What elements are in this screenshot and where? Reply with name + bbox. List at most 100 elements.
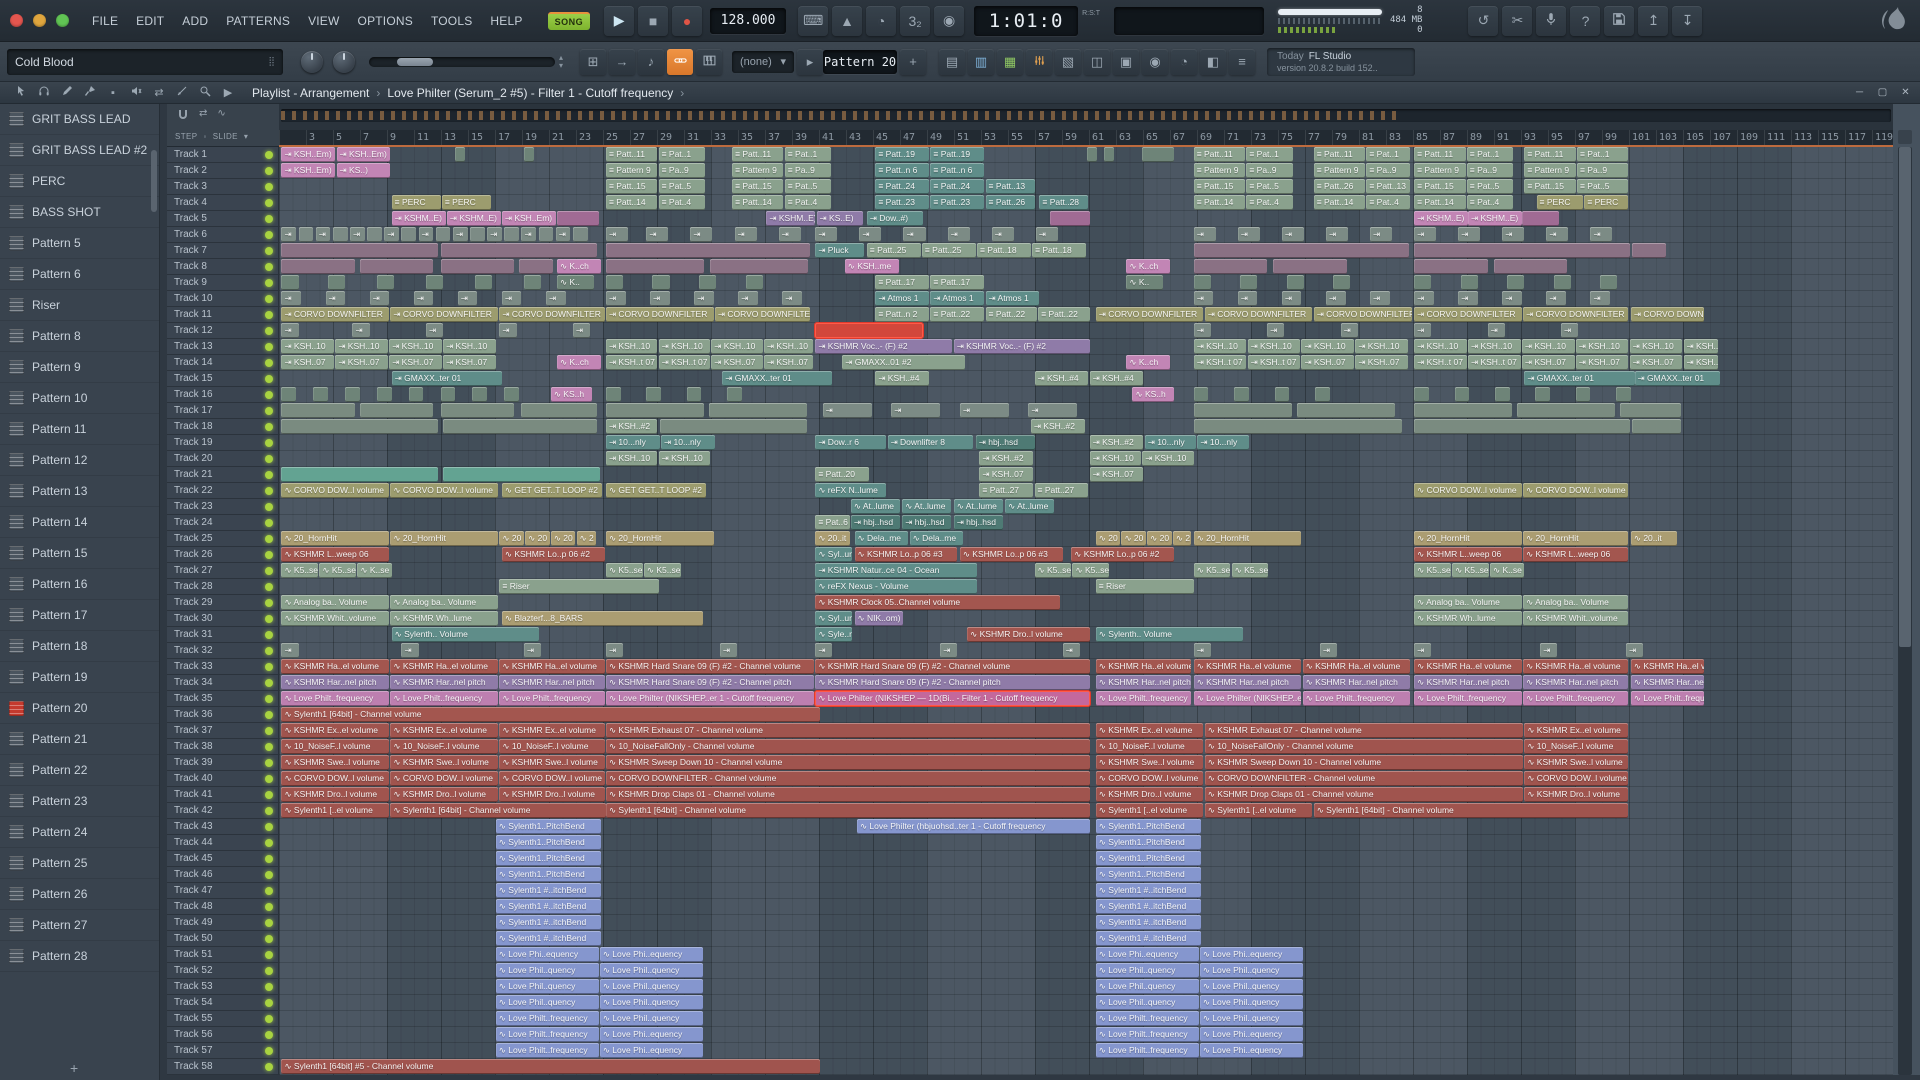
playlist-clip[interactable]: ⇥ [1590,291,1611,306]
playlist-clip[interactable]: ⇥ KSH..#4 [1089,371,1144,386]
playlist-clip[interactable]: ≡ Pat..5 [658,179,706,194]
playlist-clip[interactable]: ⇥ Downlifter 8 [887,435,974,450]
playlist-clip[interactable]: ∿ K..ch [1126,355,1171,370]
playlist-clip[interactable]: ⇥ KSH..10 [658,339,711,354]
panel-resize-handle[interactable] [160,104,167,1080]
playlist-clip[interactable]: ≡ Patt..19 [875,147,930,162]
playlist-clip[interactable] [313,387,328,402]
playlist-clip[interactable]: ∿ Love Philt..frequency [1630,691,1705,706]
playlist-clip[interactable]: ∿ 10_NoiseFallOnly - Channel volume [605,739,1090,754]
playlist-clip[interactable]: ∿ KSHMR Drop Claps 01 - Channel volume [605,787,1090,802]
playlist-clip[interactable]: ⇥ [1325,227,1348,242]
metronome-button[interactable]: ▲ [832,5,863,36]
pattern-list-item[interactable]: Pattern 8 [0,321,159,352]
playlist-clip[interactable] [1460,275,1478,290]
playlist-clip[interactable]: ⇥ KSH..10 [1683,339,1718,354]
playlist-clip[interactable]: ⇥ [1281,291,1302,306]
playlist-clip[interactable]: ≡ Patt..22 [930,307,985,322]
playlist-clip[interactable] [1193,275,1211,290]
playlist-clip[interactable]: ∿ 20 [1095,531,1121,546]
playlist-clip[interactable]: ⇥ KSH..t 07 [1467,355,1521,370]
playlist-clip[interactable]: ⇥ [778,227,801,242]
playlist-clip[interactable]: ≡ Patt..15 [605,179,658,194]
track-lane[interactable]: ⇥ KSH..10 ⇥ KSH..10 ⇥ KSH..10 ⇥ KSH..10 ⇥ KS… [279,339,1893,355]
track-mute-led[interactable] [265,1062,273,1071]
track-lane[interactable]: ⇥ ⇥ ⇥ ⇥ ⇥ ⇥ ⇥ ⇥ ⇥ ⇥ ⇥ ⇥ ⇥ ⇥ ⇥ ⇥ ⇥ ⇥ ⇥ ⇥ ⇥ ⇥ ⇥ ⇥ ⇥ ⇥ ⇥ ⇥ ⇥ ⇥ [279,227,1893,243]
playlist-clip[interactable]: ∿ KSHMR Whit..volume [281,611,390,626]
playlist-clip[interactable] [605,403,704,418]
pattern-list-item[interactable]: GRIT BASS LEAD [0,104,159,135]
track-lane[interactable]: ⇥ ⇥ ⇥ ⇥ ⇥ ⇥ ⇥ ⇥ ⇥ ⇥ ⇥ [279,322,1893,339]
track-mute-led[interactable] [265,150,273,159]
playlist-clip[interactable]: ∿ Sylenth1 #..itchBend [495,931,602,946]
playlist-clip[interactable] [281,243,439,258]
playlist-clip[interactable]: ∿ Love Philt..frequency [1523,691,1629,706]
track-header[interactable]: Track 47 [167,883,279,899]
playlist-clip[interactable]: ≡ Patt..22 [985,307,1037,322]
playlist-clip[interactable]: ⇥ [501,291,522,306]
playlist-clip[interactable] [1414,275,1432,290]
playlist-clip[interactable]: ≡ Patt..24 [930,179,985,194]
playlist-clip[interactable] [605,387,621,402]
playlist-clip[interactable]: ⇥ [325,291,346,306]
playlist-clip[interactable]: ∿ Sylenth1 #..itchBend [495,883,602,898]
playlist-clip[interactable]: ∿ KSHMR Lo..p 06 #2 [1071,547,1175,562]
playlist-clip[interactable] [605,275,624,290]
playlist-clip[interactable]: ⇥ [1625,643,1644,658]
playlist-clip[interactable] [1104,147,1115,162]
playlist-clip[interactable]: ⇥ KS..E) [816,211,864,226]
playlist-clip[interactable]: ≡ Pat..4 [1246,195,1293,210]
playlist-clip[interactable]: ⇥ KSH..10 [1301,339,1355,354]
track-lane[interactable]: ∿ Love Philt..frequency ∿ Love Phi..equen… [279,1043,1893,1059]
playlist-clip[interactable]: ≡ Pat..1 [1246,147,1293,162]
track-mute-led[interactable] [265,1046,273,1055]
magnet-icon[interactable] [177,108,189,126]
playlist-clip[interactable]: ⇥ Dow..#) [866,211,924,226]
playlist-clip[interactable]: ≡ Patt..18 [976,243,1031,258]
track-lane[interactable]: ∿ Sylenth1 [64bit] - Channel volume [279,707,1893,723]
track-mute-led[interactable] [265,454,273,463]
playlist-clip[interactable]: ∿ KSHMR L..weep 06 [281,547,390,562]
playlist-clip[interactable]: ⇥ KSH..10 [1575,339,1629,354]
playlist-clip[interactable]: ⇥ [1540,643,1558,658]
playlist-clip[interactable]: ⇥ CORVO DOWNFILTER [605,307,714,322]
track-mute-led[interactable] [265,166,273,175]
playlist-clip[interactable]: ⇥ [782,291,802,306]
track-header[interactable]: Track 2 [167,163,279,179]
playlist-clip[interactable]: ⇥ KSH..#2 [979,451,1034,466]
playlist-clip[interactable] [1286,275,1304,290]
playlist-clip[interactable]: ∿ Sylenth1..PitchBend [495,867,602,882]
track-mute-led[interactable] [265,742,273,751]
playlist-clip[interactable]: ∿ K.. [556,275,594,290]
track-mute-led[interactable] [265,358,273,367]
playlist-clip[interactable]: ∿ Love Philt..frequency [495,1027,599,1042]
track-lane[interactable]: ∿ At..lume ∿ At..lume ∿ At..lume ∿ At..lume [279,499,1893,515]
track-header[interactable]: Track 4 [167,195,279,211]
playlist-clip[interactable]: ≡ Pa..9 [784,163,832,178]
track-mute-led[interactable] [265,646,273,655]
playlist-clip[interactable] [1296,403,1395,418]
playlist-clip[interactable]: ⇥ [815,227,838,242]
playlist-clip[interactable]: ∿ Love Phil..quency [495,979,599,994]
playlist-clip[interactable]: ∿ CORVO DOW..l volume [1524,771,1629,786]
playlist-clip[interactable] [440,387,456,402]
playlist-clip[interactable]: ∿ KSHMR Lo..p 06 #3 [959,547,1063,562]
track-header[interactable]: Track 1 [167,147,279,163]
playlist-clip[interactable]: ⇥ KSH..10 [1629,339,1683,354]
playlist-clip[interactable]: ⇥ KSHMR Natur..ce 04 - Ocean [815,563,977,578]
playlist-maximize-button[interactable]: ▢ [1874,85,1891,100]
track-mute-led[interactable] [265,822,273,831]
playlist-clip[interactable] [710,259,808,274]
playlist-clip[interactable]: ∿ CORVO DOWNFILTER - Channel volume [605,771,1090,786]
playlist-clip[interactable]: ⇥ [822,403,872,418]
playlist-overview-scrollbar[interactable] [279,104,1893,130]
track-lane[interactable]: ⇥ ⇥ ⇥ ⇥ [279,403,1893,419]
play-button[interactable]: ▶ [604,5,635,36]
playlist-clip[interactable] [281,419,439,434]
track-lane[interactable]: ∿ KSHMR Dro..l volume ∿ KSHMR Dro..l volu… [279,787,1893,803]
playlist-clip[interactable]: ⇥ [605,291,626,306]
track-header[interactable]: Track 22 [167,483,279,499]
track-lane[interactable]: ∿ Love Philt..frequency ∿ Love Phil..quen… [279,1011,1893,1027]
track-header[interactable]: Track 57 [167,1043,279,1059]
playlist-clip[interactable] [1632,243,1667,258]
